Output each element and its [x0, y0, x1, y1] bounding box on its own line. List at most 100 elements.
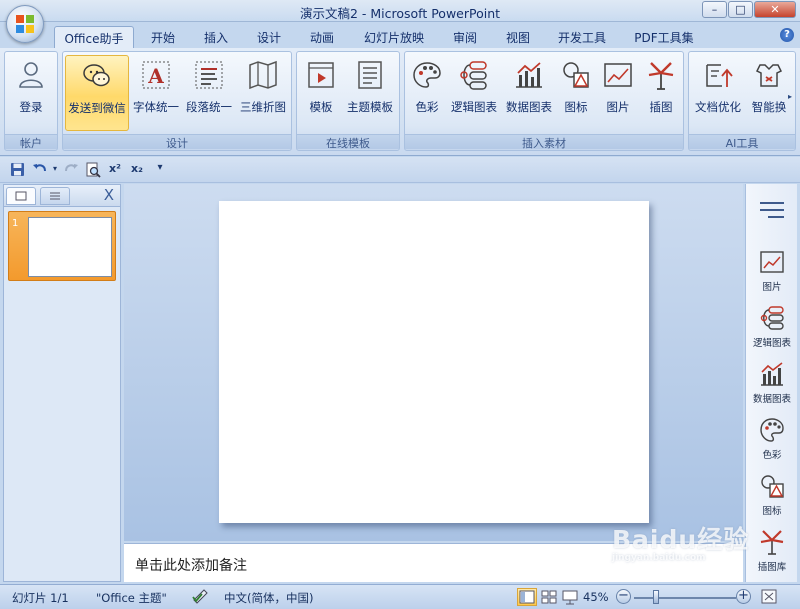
doc-optimize-button[interactable]: 文档优化	[691, 55, 745, 131]
zoom-in-button[interactable]: +	[736, 589, 751, 604]
side-illustration-label: 插图库	[757, 562, 787, 573]
group-online-templates: 模板 主题模板 在线模板	[296, 51, 400, 151]
tab-home[interactable]: 开始	[143, 26, 183, 48]
template-label: 模板	[309, 100, 333, 114]
palette-button[interactable]: 色彩	[407, 55, 447, 131]
group-insert-assets-label: 插入素材	[405, 134, 683, 150]
data-chart-icon	[513, 59, 545, 91]
3d-fold-button[interactable]: 三维折图	[237, 55, 289, 131]
theme-template-button[interactable]: 主题模板	[343, 55, 397, 131]
palette-icon	[411, 59, 443, 91]
customize-qat-dropdown[interactable]: ▾	[152, 162, 168, 178]
data-chart-label: 数据图表	[506, 100, 552, 114]
group-account: 登录 帐户	[4, 51, 58, 151]
subscript-button[interactable]: x₂	[129, 162, 145, 178]
zoom-level[interactable]: 45%	[583, 590, 609, 604]
tab-developer[interactable]: 开发工具	[552, 26, 612, 48]
close-pane-icon[interactable]: X	[104, 186, 114, 204]
close-button[interactable]: ✕	[754, 1, 796, 18]
tab-slideshow[interactable]: 幻灯片放映	[358, 26, 430, 48]
send-to-wechat-button[interactable]: 发送到微信	[65, 55, 129, 131]
slide-thumbnail[interactable]	[28, 217, 112, 277]
redo-icon[interactable]	[63, 162, 79, 178]
side-palette-button[interactable]: 色彩	[746, 416, 798, 461]
group-design: 发送到微信 A 字体统一 段落统一 三维折图 设计	[62, 51, 292, 151]
shapes-button[interactable]: 图标	[557, 55, 595, 131]
data-chart-button[interactable]: 数据图表	[503, 55, 555, 131]
zoom-slider-thumb[interactable]	[653, 590, 659, 604]
tab-slides[interactable]	[6, 187, 36, 205]
smart-swap-icon	[753, 59, 785, 91]
picture-button[interactable]: 图片	[599, 55, 637, 131]
3d-fold-icon	[247, 59, 279, 91]
print-preview-icon[interactable]	[85, 162, 101, 178]
doc-optimize-icon	[702, 59, 734, 91]
slideshow-view-button[interactable]	[560, 588, 580, 606]
logic-chart-label: 逻辑图表	[451, 100, 497, 114]
tab-pdf-tools[interactable]: PDF工具集	[628, 26, 700, 48]
office-button[interactable]	[6, 5, 44, 43]
tab-view[interactable]: 视图	[498, 26, 538, 48]
slides-tab-icon	[15, 191, 27, 201]
watermark-text: Baidu经验	[612, 525, 750, 554]
undo-dropdown-icon[interactable]: ▾	[47, 164, 63, 180]
side-logic-chart-button[interactable]: 逻辑图表	[746, 304, 798, 349]
smart-swap-button[interactable]: 智能换	[745, 55, 793, 131]
group-insert-assets: 色彩 逻辑图表 数据图表 图标 图片 插图 插入素材	[404, 51, 684, 151]
tab-office-assistant[interactable]: Office助手	[54, 26, 134, 48]
group-online-templates-label: 在线模板	[297, 134, 399, 150]
side-data-chart-label: 数据图表	[752, 394, 791, 405]
side-data-chart-button[interactable]: 数据图表	[746, 360, 798, 405]
tab-design[interactable]: 设计	[249, 26, 289, 48]
user-icon	[15, 59, 47, 91]
tab-review[interactable]: 审阅	[445, 26, 485, 48]
slide-thumbnail-row[interactable]: 1	[8, 211, 116, 281]
undo-icon[interactable]	[31, 162, 47, 178]
svg-text:A: A	[147, 64, 164, 88]
language-indicator[interactable]: 中文(简体，中国)	[224, 590, 313, 606]
zoom-out-button[interactable]: −	[616, 589, 631, 604]
side-palette-label: 色彩	[762, 450, 782, 461]
group-account-label: 帐户	[5, 134, 57, 150]
wechat-icon	[81, 60, 113, 92]
paragraph-unify-button[interactable]: 段落统一	[183, 55, 235, 131]
ribbon-more-arrow-icon[interactable]: ▸	[788, 92, 792, 101]
normal-view-icon	[519, 590, 535, 604]
office-logo-icon	[16, 15, 35, 34]
superscript-button[interactable]: x²	[107, 162, 123, 178]
save-icon[interactable]	[9, 162, 25, 178]
slide-sorter-view-button[interactable]	[539, 588, 559, 606]
zoom-slider-track[interactable]	[634, 597, 736, 599]
side-assets-panel: 图片 逻辑图表 数据图表 色彩 图标 插图库	[745, 184, 797, 582]
template-button[interactable]: 模板	[299, 55, 343, 131]
normal-view-button[interactable]	[517, 588, 537, 606]
spellcheck-icon[interactable]	[192, 588, 210, 607]
side-picture-button[interactable]: 图片	[746, 248, 798, 293]
illustration-icon	[645, 59, 677, 91]
side-illustration-button[interactable]: 插图库	[746, 528, 798, 573]
side-shapes-button[interactable]: 图标	[746, 472, 798, 517]
illustration-button[interactable]: 插图	[641, 55, 681, 131]
side-logic-chart-label: 逻辑图表	[752, 338, 791, 349]
menu-icon[interactable]	[760, 202, 784, 223]
window-controls: – □ ✕	[701, 1, 796, 18]
paragraph-unify-icon	[193, 59, 225, 91]
slides-pane-tabs: X	[4, 185, 120, 207]
baidu-watermark: Baidu经验 jingyan.baidu.com	[612, 520, 749, 563]
font-unify-icon: A	[140, 59, 172, 91]
watermark-subtext: jingyan.baidu.com	[612, 553, 706, 563]
font-unify-button[interactable]: A 字体统一	[131, 55, 181, 131]
fit-to-window-icon[interactable]	[760, 588, 778, 608]
tab-insert[interactable]: 插入	[196, 26, 236, 48]
slide-canvas[interactable]	[219, 201, 649, 523]
minimize-button[interactable]: –	[702, 1, 727, 18]
login-button[interactable]: 登录	[7, 55, 55, 131]
help-icon[interactable]: ?	[780, 28, 794, 42]
logic-chart-button[interactable]: 逻辑图表	[449, 55, 499, 131]
tab-outline[interactable]	[40, 187, 70, 205]
font-unify-label: 字体统一	[133, 100, 179, 114]
tab-animation[interactable]: 动画	[302, 26, 342, 48]
maximize-button[interactable]: □	[728, 1, 753, 18]
picture-label: 图片	[606, 100, 630, 114]
quick-access-toolbar: ▾ x² x₂ ▾	[0, 157, 800, 183]
